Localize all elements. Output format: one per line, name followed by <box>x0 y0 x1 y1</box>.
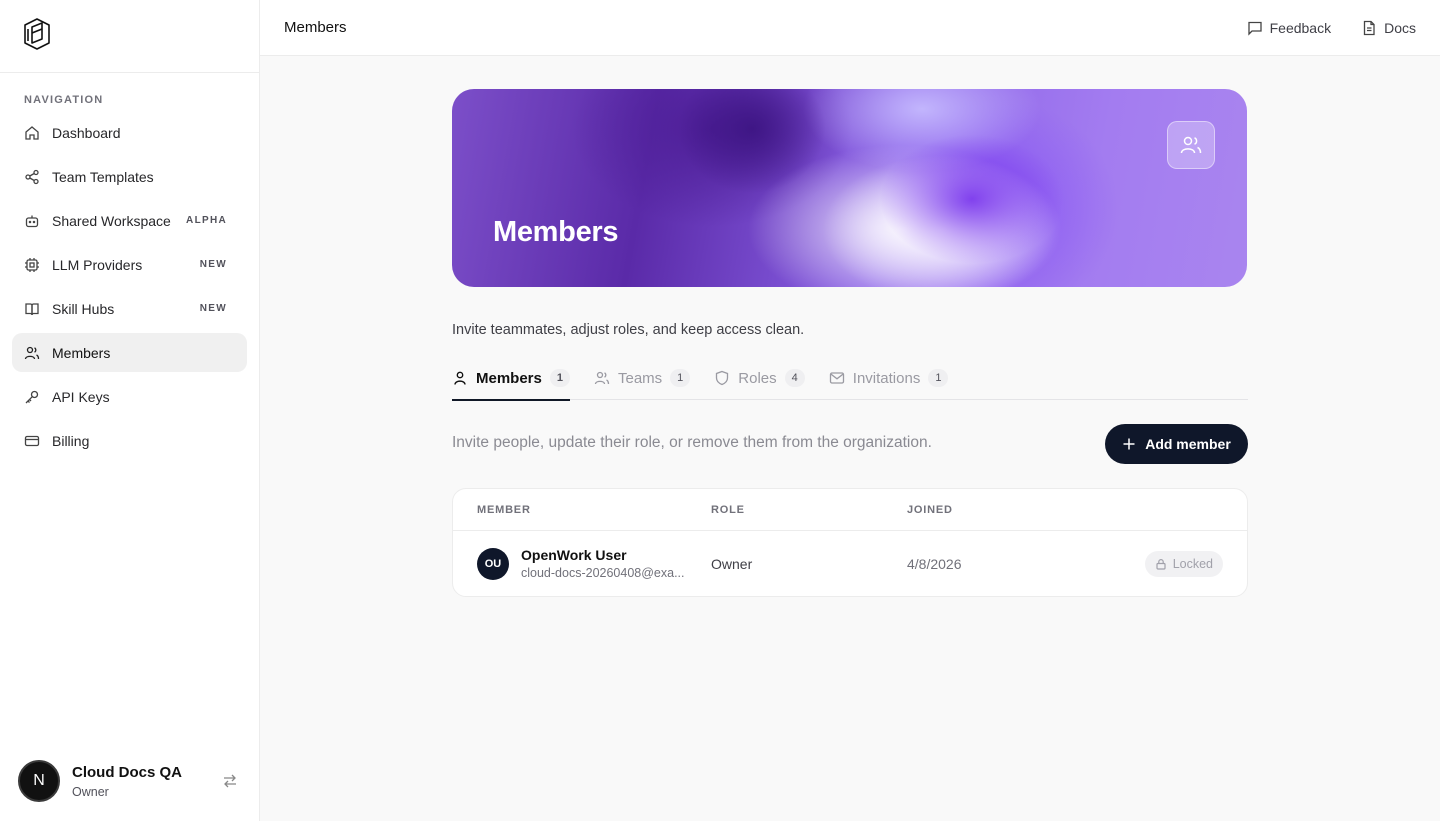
message-square-icon <box>1247 20 1263 36</box>
sidebar-item-label: Dashboard <box>52 124 121 141</box>
hero-title: Members <box>493 216 619 248</box>
account-meta: Cloud Docs QA Owner <box>72 764 221 799</box>
add-member-label: Add member <box>1145 436 1231 452</box>
page-title: Members <box>284 19 347 36</box>
book-icon <box>24 301 40 317</box>
member-joined-date: 4/8/2026 <box>907 556 962 572</box>
sidebar-item-skill-hubs[interactable]: Skill Hubs NEW <box>12 289 247 328</box>
tab-roles[interactable]: Roles 4 <box>714 356 805 400</box>
add-member-button[interactable]: Add member <box>1105 424 1248 464</box>
credit-card-icon <box>24 433 40 449</box>
members-table: MEMBER ROLE JOINED OU OpenWork User clou… <box>452 488 1248 597</box>
feedback-link[interactable]: Feedback <box>1247 20 1331 36</box>
member-name: OpenWork User <box>521 547 627 563</box>
members-description: Invite people, update their role, or rem… <box>452 434 932 451</box>
table-header: MEMBER ROLE JOINED <box>453 489 1247 531</box>
sidebar-item-label: LLM Providers <box>52 256 143 273</box>
sidebar-item-label: Billing <box>52 432 90 449</box>
sidebar-item-shared-workspace[interactable]: Shared Workspace ALPHA <box>12 201 247 240</box>
sidebar-nav: Dashboard Team Templates Shared Workspac… <box>12 113 247 465</box>
new-badge: NEW <box>199 303 227 314</box>
user-icon <box>452 370 468 386</box>
mail-icon <box>829 370 845 386</box>
tab-label: Teams <box>617 369 663 387</box>
sidebar-item-label: Team Templates <box>52 168 154 185</box>
users-icon <box>594 370 610 386</box>
new-badge: NEW <box>199 259 227 270</box>
sidebar-item-api-keys[interactable]: API Keys <box>12 377 247 416</box>
hero-gradient-shape <box>672 89 832 199</box>
app-logo-icon[interactable] <box>22 17 52 56</box>
org-role: Owner <box>72 784 109 799</box>
tab-label: Invitations <box>852 369 921 387</box>
column-header-joined: JOINED <box>907 504 953 516</box>
share-icon <box>24 169 40 185</box>
sidebar-item-label: Shared Workspace <box>52 212 171 229</box>
org-name: Cloud Docs QA <box>72 763 183 781</box>
alpha-badge: ALPHA <box>186 215 227 226</box>
tab-count-badge: 4 <box>784 369 805 387</box>
topbar: Members Feedback Docs <box>260 0 1440 56</box>
column-header-member: MEMBER <box>477 504 531 516</box>
sidebar-item-billing[interactable]: Billing <box>12 421 247 460</box>
switch-org-icon[interactable] <box>221 772 239 790</box>
member-email: cloud-docs-20260408@exa... <box>521 566 685 580</box>
feedback-label: Feedback <box>1269 19 1332 36</box>
table-row[interactable]: OU OpenWork User cloud-docs-20260408@exa… <box>453 531 1247 597</box>
home-icon <box>24 125 40 141</box>
file-text-icon <box>1361 20 1377 36</box>
page-subtitle: Invite teammates, adjust roles, and keep… <box>452 322 805 338</box>
locked-label: Locked <box>1172 557 1213 571</box>
plus-icon <box>1122 437 1136 451</box>
cpu-icon <box>24 257 40 273</box>
members-tabs: Members 1 Teams 1 Roles 4 Invitations 1 <box>452 356 1248 401</box>
tab-count-badge: 1 <box>928 369 949 387</box>
sidebar-item-dashboard[interactable]: Dashboard <box>12 113 247 152</box>
account-switcher[interactable]: N Cloud Docs QA Owner <box>18 760 243 802</box>
key-icon <box>24 389 40 405</box>
member-role: Owner <box>711 556 753 572</box>
locked-status-badge: Locked <box>1144 551 1223 577</box>
users-icon <box>1167 121 1215 169</box>
nav-heading: NAVIGATION <box>24 94 104 106</box>
column-header-role: ROLE <box>711 504 745 516</box>
tab-count-badge: 1 <box>670 369 691 387</box>
members-hero-banner: Members <box>452 89 1247 287</box>
docs-label: Docs <box>1384 19 1416 36</box>
hero-gradient-shape <box>872 129 1072 269</box>
member-avatar: OU <box>477 548 509 580</box>
sidebar-item-members[interactable]: Members <box>12 333 247 372</box>
docs-link[interactable]: Docs <box>1361 20 1416 36</box>
lock-icon <box>1155 558 1167 570</box>
org-avatar: N <box>18 760 60 802</box>
sidebar-item-llm-providers[interactable]: LLM Providers NEW <box>12 245 247 284</box>
tab-label: Members <box>476 369 542 387</box>
tab-members[interactable]: Members 1 <box>452 356 570 401</box>
sidebar-item-team-templates[interactable]: Team Templates <box>12 157 247 196</box>
tab-label: Roles <box>738 369 777 387</box>
sidebar-item-label: API Keys <box>52 388 110 405</box>
shield-icon <box>714 370 730 386</box>
bot-icon <box>24 213 40 229</box>
sidebar-item-label: Members <box>52 344 111 361</box>
tab-count-badge: 1 <box>549 369 570 387</box>
sidebar: NAVIGATION Dashboard Team Templates Shar… <box>0 0 260 821</box>
users-icon <box>24 345 40 361</box>
logo-area <box>0 0 259 73</box>
sidebar-item-label: Skill Hubs <box>52 300 115 317</box>
tab-teams[interactable]: Teams 1 <box>594 356 691 400</box>
tab-invitations[interactable]: Invitations 1 <box>829 356 949 400</box>
